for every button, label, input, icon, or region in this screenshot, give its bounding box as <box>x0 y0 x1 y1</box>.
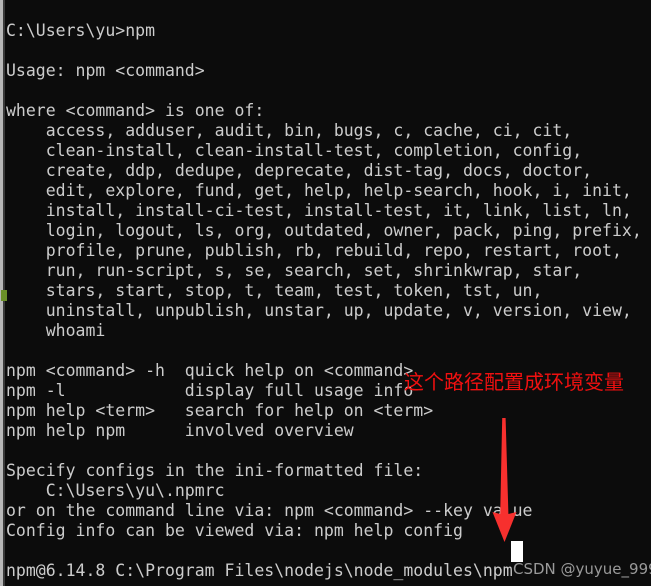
console-line: clean-install, clean-install-test, compl… <box>6 140 583 160</box>
console-line: or on the command line via: npm <command… <box>6 500 533 520</box>
text-cursor <box>511 541 523 562</box>
console-line: install, install-ci-test, install-test, … <box>6 200 632 220</box>
console-line: where <command> is one of: <box>6 100 265 120</box>
console-line: run, run-script, s, se, search, set, shr… <box>6 260 583 280</box>
console-line: access, adduser, audit, bin, bugs, c, ca… <box>6 120 573 140</box>
console-line: login, logout, ls, org, outdated, owner,… <box>6 220 642 240</box>
console-line: Usage: npm <command> <box>6 60 205 80</box>
console-line: edit, explore, fund, get, help, help-sea… <box>6 180 632 200</box>
console-line: Config info can be viewed via: npm help … <box>6 520 463 540</box>
console-line: npm help npm involved overview <box>6 420 354 440</box>
down-arrow-icon <box>492 418 517 542</box>
console-line: C:\Users\yu\.npmrc <box>6 480 225 500</box>
console-line: npm help <term> search for help on <term… <box>6 400 434 420</box>
annotation-chinese-note: 这个路径配置成环境变量 <box>404 370 624 394</box>
csdn-watermark: CSDN @yuyue_999 <box>513 560 651 578</box>
console-line: C:\Users\yu>npm <box>6 20 156 40</box>
console-line: profile, prune, publish, rb, rebuild, re… <box>6 240 622 260</box>
console-line: stars, start, stop, t, team, test, token… <box>6 280 543 300</box>
scrollbar-marker[interactable] <box>1 290 7 301</box>
console-line: whoami <box>6 320 106 340</box>
console-line: Specify configs in the ini-formatted fil… <box>6 460 424 480</box>
command-prompt-window[interactable]: C:\Users\yu>npm Usage: npm <command> whe… <box>0 0 651 586</box>
console-line: uninstall, unpublish, unstar, up, update… <box>6 300 632 320</box>
console-line: create, ddp, dedupe, deprecate, dist-tag… <box>6 160 593 180</box>
console-output: C:\Users\yu>npm Usage: npm <command> whe… <box>6 21 651 581</box>
